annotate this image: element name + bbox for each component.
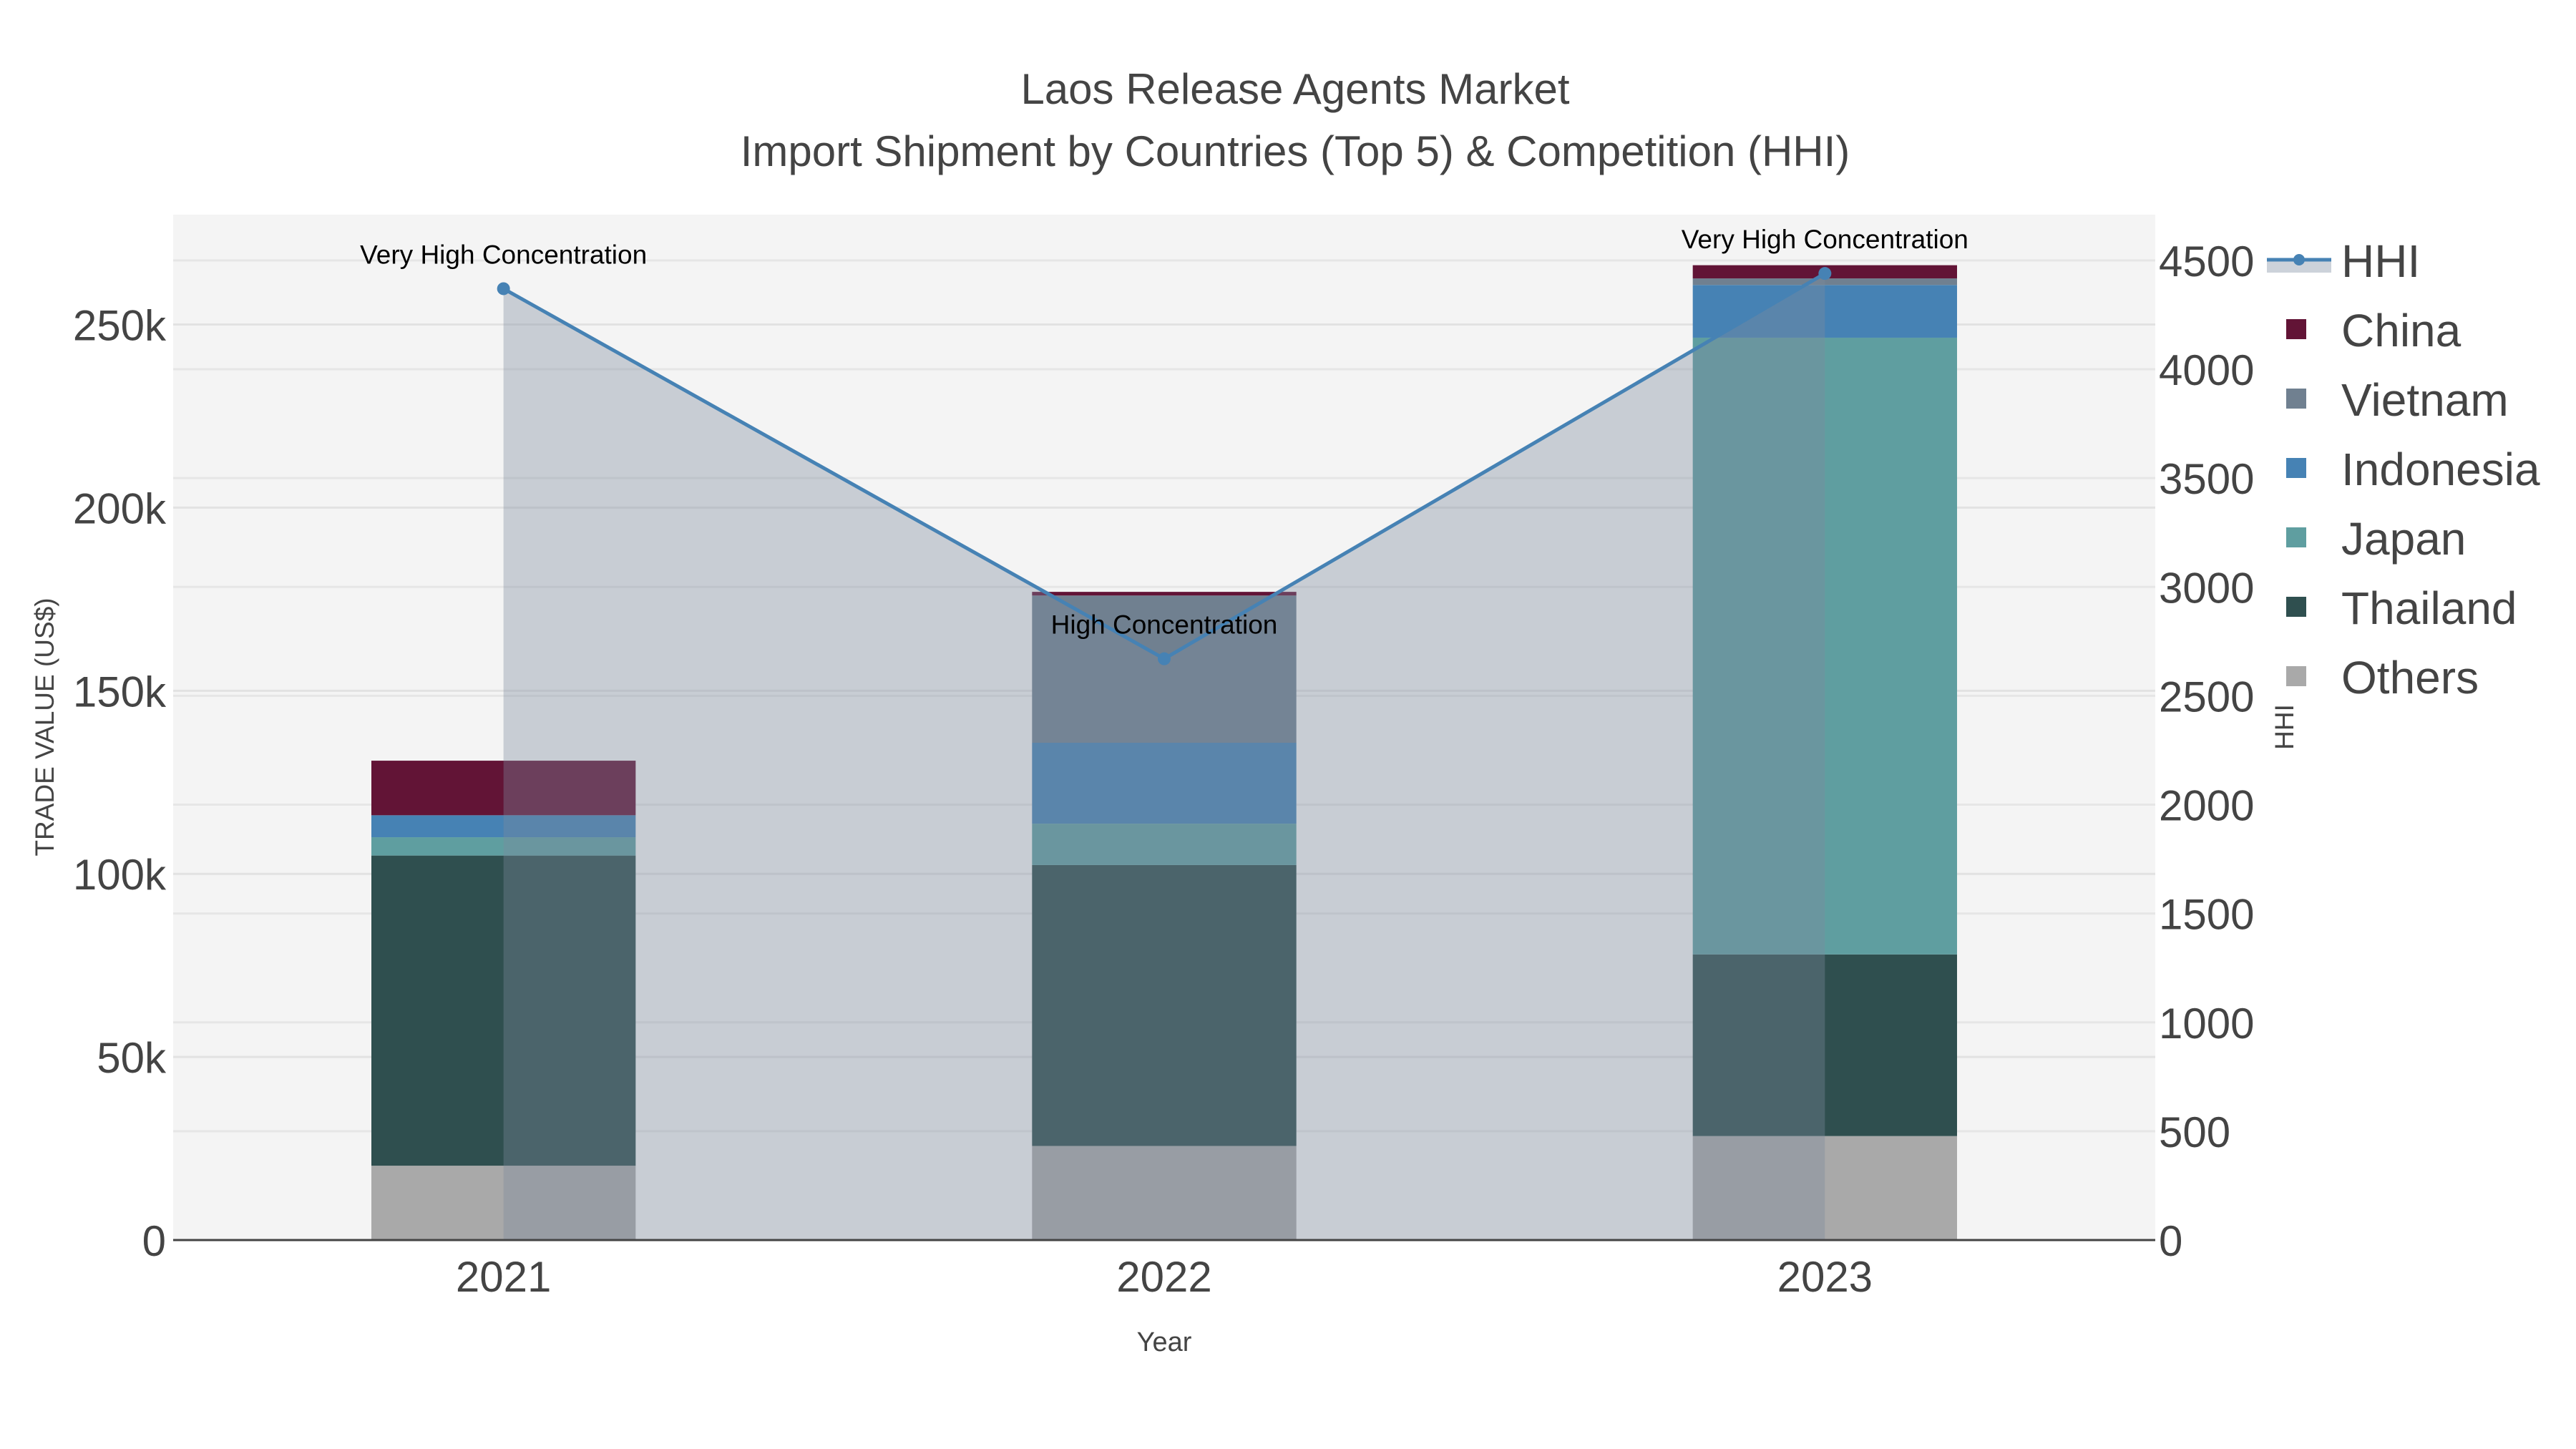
y-tick-label: 150k <box>73 668 167 716</box>
y-tick-label: 50k <box>97 1034 167 1082</box>
legend-swatch-japan <box>2286 527 2306 547</box>
legend-swatch-vietnam <box>2286 389 2306 409</box>
y2-tick-label: 1500 <box>2159 891 2254 939</box>
y2-tick-label: 3500 <box>2159 455 2254 503</box>
legend-item-china[interactable]: China <box>2341 305 2462 356</box>
y2-tick-label: 4000 <box>2159 346 2254 394</box>
y2-tick-label: 2500 <box>2159 673 2254 721</box>
legend-item-indonesia[interactable]: Indonesia <box>2341 444 2540 495</box>
y2-tick-label: 4500 <box>2159 238 2254 286</box>
chart: 0 50k 100k 150k 200k 250k 0 500 1000 1500 2000 250… <box>0 0 2576 1449</box>
chart-title-line2: Import Shipment by Countries (Top 5) & C… <box>741 127 1850 175</box>
legend-item-hhi[interactable]: HHI <box>2341 235 2420 287</box>
legend-item-japan[interactable]: Japan <box>2341 513 2466 565</box>
y-tick-label: 100k <box>73 851 167 899</box>
legend-item-vietnam[interactable]: Vietnam <box>2341 374 2509 426</box>
x-tick-label: 2022 <box>1116 1253 1211 1301</box>
hhi-point-2021[interactable] <box>497 282 510 296</box>
y-tick-label: 200k <box>73 484 167 532</box>
y2-tick-label: 1000 <box>2159 1000 2254 1048</box>
hhi-point-2022[interactable] <box>1158 652 1171 665</box>
hhi-annotation: Very High Concentration <box>360 240 647 269</box>
bar-china-2022[interactable] <box>1032 592 1297 596</box>
y2-tick-label: 0 <box>2159 1217 2182 1265</box>
y2-tick-label: 2000 <box>2159 782 2254 830</box>
y-tick-label: 0 <box>142 1217 166 1265</box>
y-tick-label: 250k <box>73 302 167 350</box>
x-tick-label: 2021 <box>456 1253 551 1301</box>
y2-axis-title: HHI <box>2270 704 2299 750</box>
legend-item-thailand[interactable]: Thailand <box>2341 582 2517 634</box>
y2-tick-label: 3000 <box>2159 564 2254 612</box>
legend-swatch-indonesia <box>2286 458 2306 478</box>
hhi-annotation: High Concentration <box>1051 610 1278 640</box>
y-axis-title: TRADE VALUE (US$) <box>30 597 59 856</box>
x-axis-title: Year <box>1137 1327 1192 1357</box>
chart-title-line1: Laos Release Agents Market <box>1020 65 1569 113</box>
legend-item-others[interactable]: Others <box>2341 652 2479 703</box>
legend-swatch-china <box>2286 319 2306 339</box>
x-tick-label: 2023 <box>1777 1253 1873 1301</box>
hhi-annotation: Very High Concentration <box>1682 225 1968 254</box>
legend-swatch-others <box>2286 666 2306 686</box>
legend-swatch-thailand <box>2286 597 2306 617</box>
hhi-point-2023[interactable] <box>1818 267 1832 280</box>
legend-hhi-marker-icon <box>2293 254 2305 265</box>
y2-tick-label: 500 <box>2159 1108 2230 1156</box>
